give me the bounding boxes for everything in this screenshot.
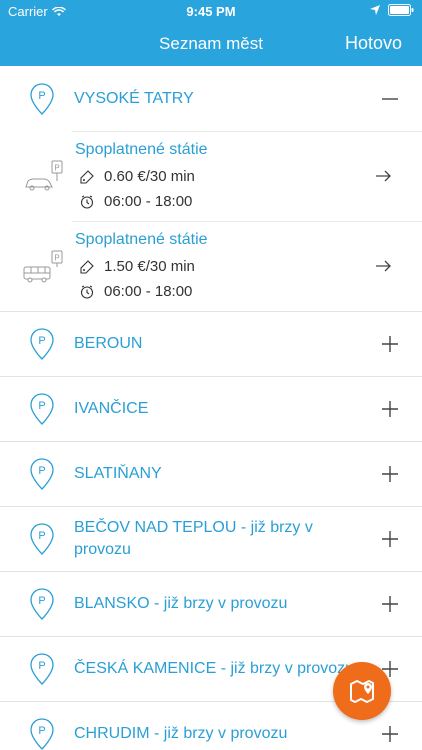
status-bar: Carrier 9:45 PM (0, 0, 422, 24)
status-right (370, 4, 414, 16)
svg-text:P: P (38, 595, 45, 607)
arrow-right-icon[interactable] (376, 169, 392, 182)
city-row[interactable]: P BLANSKO - již brzy v provozu (0, 572, 422, 637)
zone-hours: 06:00 - 18:00 (80, 193, 192, 210)
divider (72, 131, 422, 132)
svg-text:P: P (38, 90, 45, 102)
svg-text:P: P (38, 335, 45, 347)
parking-pin-icon: P (30, 393, 54, 425)
city-label: CHRUDIM - již brzy v provozu (74, 725, 288, 742)
city-row[interactable]: P BEROUN (0, 312, 422, 377)
svg-text:P: P (38, 530, 45, 542)
zone-price-value: 1.50 €/30 min (104, 258, 195, 275)
city-label: BEČOV NAD TEPLOU - již brzy v provozu (74, 519, 313, 558)
zone-hours: 06:00 - 18:00 (80, 283, 192, 300)
nav-bar: Seznam měst Hotovo (0, 24, 422, 66)
zone-hours-value: 06:00 - 18:00 (104, 283, 193, 300)
parking-pin-icon: P (30, 653, 54, 685)
car-parking-icon: P (22, 159, 70, 195)
divider (72, 221, 422, 222)
parking-pin-icon: P (30, 82, 54, 115)
map-pin-icon (350, 680, 374, 703)
svg-text:P: P (38, 465, 45, 477)
bus-parking-icon: P (22, 249, 70, 285)
arrow-right-icon[interactable] (376, 259, 392, 272)
parking-pin-icon: P (30, 718, 54, 750)
parking-pin-icon: P (30, 588, 54, 620)
svg-text:P: P (54, 164, 59, 173)
zone-row[interactable]: P Spoplatnené státie 1.50 €/30 min 06:00 - … (0, 221, 422, 311)
expand-icon[interactable] (382, 466, 398, 482)
svg-text:P: P (38, 660, 45, 672)
clock-icon (80, 285, 94, 299)
battery-icon (388, 4, 414, 16)
zone-name: Spoplatnené státie (75, 141, 208, 158)
city-list: P VYSOKÉ TATRY P Spoplatnené státie 0.60 €/3… (0, 66, 422, 750)
city-label: ČESKÁ KAMENICE - již brzy v provozu (74, 660, 355, 677)
city-label: BEROUN (74, 335, 143, 352)
expand-icon[interactable] (382, 596, 398, 612)
city-row[interactable]: P SLATIŇANY (0, 442, 422, 507)
city-row[interactable]: P IVANČICE (0, 377, 422, 442)
city-label: BLANSKO - již brzy v provozu (74, 595, 288, 612)
city-row[interactable]: P VYSOKÉ TATRY (0, 66, 422, 131)
status-time: 9:45 PM (186, 4, 236, 19)
done-button[interactable]: Hotovo (345, 33, 402, 54)
zone-price: 0.60 €/30 min (80, 168, 195, 185)
city-label: IVANČICE (74, 400, 149, 417)
parking-pin-icon: P (30, 458, 54, 490)
city-row[interactable]: P BEČOV NAD TEPLOU - již brzy v provozu (0, 507, 422, 572)
expand-icon[interactable] (382, 726, 398, 742)
expand-icon[interactable] (382, 401, 398, 417)
expand-icon[interactable] (382, 336, 398, 352)
svg-text:P: P (54, 254, 59, 263)
parking-pin-icon: P (30, 328, 54, 360)
parking-pin-icon: P (30, 523, 54, 555)
zone-hours-value: 06:00 - 18:00 (104, 193, 193, 210)
svg-text:P: P (38, 400, 45, 412)
zone-price-value: 0.60 €/30 min (104, 168, 195, 185)
map-button[interactable] (333, 662, 391, 720)
price-tag-icon (80, 259, 94, 274)
clock-icon (80, 195, 94, 209)
zone-price: 1.50 €/30 min (80, 258, 195, 275)
svg-text:P: P (38, 725, 45, 737)
price-tag-icon (80, 169, 94, 184)
location-arrow-icon (370, 5, 380, 15)
city-label: VYSOKÉ TATRY (74, 89, 194, 107)
collapse-icon[interactable] (382, 91, 398, 107)
zone-row[interactable]: P Spoplatnené státie 0.60 €/30 min 06:00 - … (0, 131, 422, 221)
expand-icon[interactable] (382, 531, 398, 547)
zone-name: Spoplatnené státie (75, 231, 208, 248)
city-label: SLATIŇANY (74, 465, 162, 482)
